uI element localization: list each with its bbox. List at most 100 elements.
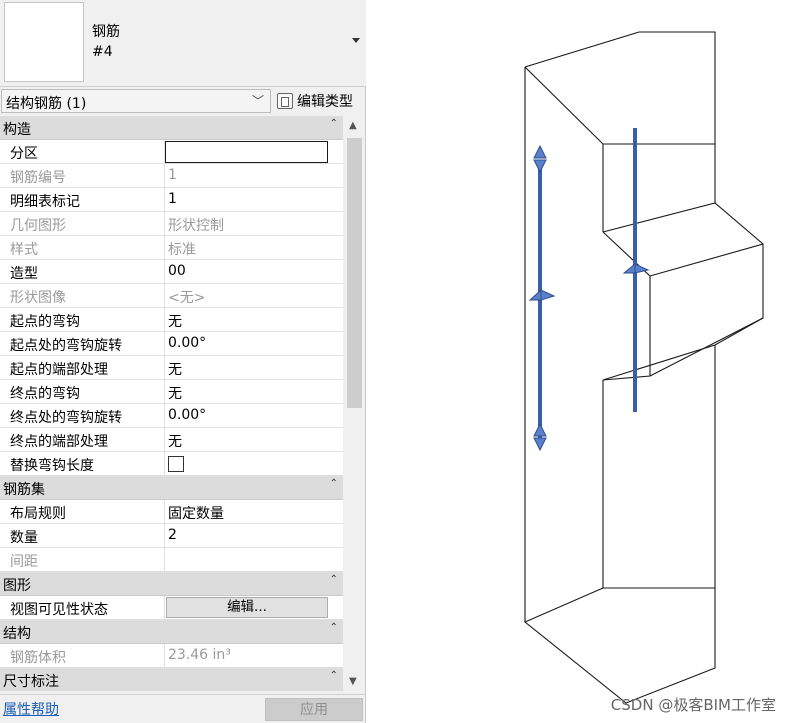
properties-help-link[interactable]: 属性帮助 bbox=[3, 699, 59, 719]
property-row[interactable]: 视图可见性状态 编辑... bbox=[0, 596, 343, 620]
property-row[interactable]: 替换弯钩长度 bbox=[0, 452, 343, 476]
scroll-up-icon[interactable]: ▲ bbox=[349, 120, 357, 131]
rebar-bottom-handle-icon[interactable] bbox=[533, 422, 547, 437]
type-selector[interactable]: 钢筋 #4 bbox=[0, 0, 366, 87]
rebar-top-handle-icon[interactable] bbox=[533, 159, 547, 174]
property-name: 数量 bbox=[10, 530, 38, 546]
property-name: 视图可见性状态 bbox=[10, 602, 108, 618]
property-name: 终点的端部处理 bbox=[10, 434, 108, 450]
chevron-down-icon[interactable]: ﹀ bbox=[252, 92, 264, 109]
section-label: 尺寸标注 bbox=[3, 674, 59, 690]
collapse-icon[interactable]: ⌃ bbox=[330, 478, 338, 489]
property-value[interactable]: 无 bbox=[164, 356, 343, 380]
properties-scrollbar[interactable]: ▲ ▼ bbox=[344, 116, 365, 691]
property-name: 终点处的弯钩旋转 bbox=[10, 410, 122, 426]
section-header[interactable]: 图形 ⌃ bbox=[0, 572, 343, 596]
column-bottom-face bbox=[523, 587, 716, 704]
property-name: 造型 bbox=[10, 266, 38, 282]
property-value[interactable]: 0.00° bbox=[164, 332, 343, 356]
section-header[interactable]: 钢筋集 ⌃ bbox=[0, 476, 343, 500]
edit-type-button[interactable]: 编辑类型 bbox=[274, 89, 364, 113]
property-value: 标准 bbox=[164, 236, 343, 260]
property-value: 23.46 in³ bbox=[164, 644, 343, 668]
property-value-cell bbox=[164, 452, 343, 476]
rebar-set[interactable] bbox=[528, 128, 650, 452]
property-row[interactable]: 布局规则 固定数量 bbox=[0, 500, 343, 524]
property-value[interactable]: 无 bbox=[164, 380, 343, 404]
collapse-icon[interactable]: ⌃ bbox=[330, 670, 338, 681]
rebar-side-arrow-icon[interactable] bbox=[528, 288, 542, 301]
property-row[interactable]: 起点的端部处理 无 bbox=[0, 356, 343, 380]
column-outline bbox=[523, 31, 764, 704]
property-row[interactable]: 造型 00 bbox=[0, 260, 343, 284]
column-step-front bbox=[602, 202, 764, 381]
rebar-side-arrow-icon[interactable] bbox=[540, 289, 556, 301]
instance-filter-row: 结构钢筋 (1) ﹀ 编辑类型 bbox=[0, 88, 366, 115]
property-row: 样式 标准 bbox=[0, 236, 343, 260]
property-checkbox[interactable] bbox=[168, 456, 184, 472]
section-label: 构造 bbox=[3, 122, 31, 138]
property-row[interactable]: 终点的端部处理 无 bbox=[0, 428, 343, 452]
property-value[interactable]: 0.00° bbox=[164, 404, 343, 428]
property-name: 终点的弯钩 bbox=[10, 386, 80, 402]
property-row[interactable]: 数量 2 bbox=[0, 524, 343, 548]
property-name: 几何图形 bbox=[10, 218, 66, 234]
3d-view-canvas[interactable]: CSDN @极客BIM工作室 bbox=[367, 0, 790, 723]
collapse-icon[interactable]: ⌃ bbox=[330, 118, 338, 129]
property-row: 几何图形 形状控制 bbox=[0, 212, 343, 236]
property-row[interactable]: 明细表标记 1 bbox=[0, 188, 343, 212]
property-name: 起点的端部处理 bbox=[10, 362, 108, 378]
property-value[interactable]: 1 bbox=[164, 188, 343, 212]
property-value[interactable]: 无 bbox=[164, 428, 343, 452]
edit-visibility-button[interactable]: 编辑... bbox=[166, 597, 328, 618]
properties-footer: 属性帮助 应用 bbox=[0, 694, 366, 723]
property-value-input[interactable] bbox=[165, 141, 328, 163]
column-top-face bbox=[524, 31, 716, 145]
edit-type-icon bbox=[277, 93, 293, 109]
rebar-bottom-handle-icon[interactable] bbox=[533, 437, 547, 452]
property-value[interactable]: 00 bbox=[164, 260, 343, 284]
property-row[interactable]: 起点的弯钩 无 bbox=[0, 308, 343, 332]
properties-palette: 钢筋 #4 结构钢筋 (1) ﹀ 编辑类型 构造 ⌃ 分区 钢筋编号 1 明细表标记 1 几何… bbox=[0, 0, 366, 723]
type-preview-image bbox=[4, 2, 84, 82]
property-name: 起点的弯钩 bbox=[10, 314, 80, 330]
section-header[interactable]: 构造 ⌃ bbox=[0, 116, 343, 140]
type-dropdown-icon[interactable] bbox=[352, 38, 360, 43]
property-name: 间距 bbox=[10, 554, 38, 570]
property-name: 钢筋体积 bbox=[10, 650, 66, 666]
column-step-inner bbox=[602, 231, 651, 381]
section-header[interactable]: 尺寸标注 ⌃ bbox=[0, 668, 343, 691]
property-row[interactable]: 分区 bbox=[0, 140, 343, 164]
rebar-top-handle-icon[interactable] bbox=[533, 144, 547, 159]
property-value: 形状控制 bbox=[164, 212, 343, 236]
apply-button[interactable]: 应用 bbox=[265, 698, 363, 721]
scrollbar-thumb[interactable] bbox=[347, 138, 362, 408]
section-header[interactable]: 结构 ⌃ bbox=[0, 620, 343, 644]
property-row: 钢筋编号 1 bbox=[0, 164, 343, 188]
rebar-side-arrow-icon[interactable] bbox=[622, 262, 636, 274]
collapse-icon[interactable]: ⌃ bbox=[330, 574, 338, 585]
property-name: 起点处的弯钩旋转 bbox=[10, 338, 122, 354]
property-row[interactable]: 终点处的弯钩旋转 0.00° bbox=[0, 404, 343, 428]
property-value[interactable]: 无 bbox=[164, 308, 343, 332]
collapse-icon[interactable]: ⌃ bbox=[330, 622, 338, 633]
column-step-top-edge bbox=[649, 243, 764, 277]
property-value[interactable]: 2 bbox=[164, 524, 343, 548]
scroll-down-icon[interactable]: ▼ bbox=[349, 676, 357, 687]
property-value: 1 bbox=[164, 164, 343, 188]
property-value: <无> bbox=[164, 284, 343, 308]
property-row[interactable]: 终点的弯钩 无 bbox=[0, 380, 343, 404]
property-name: 形状图像 bbox=[10, 290, 66, 306]
column-step-bottom-edge bbox=[649, 317, 764, 377]
property-name: 替换弯钩长度 bbox=[10, 458, 94, 474]
rebar-3d-view bbox=[523, 31, 764, 704]
property-name: 明细表标记 bbox=[10, 194, 80, 210]
property-name: 分区 bbox=[10, 146, 38, 162]
type-family-label: 钢筋 bbox=[92, 24, 120, 40]
instance-filter-dropdown[interactable]: 结构钢筋 (1) ﹀ bbox=[1, 89, 271, 113]
property-row: 形状图像 <无> bbox=[0, 284, 343, 308]
properties-grid: 构造 ⌃ 分区 钢筋编号 1 明细表标记 1 几何图形 形状控制 样式 标准 造型 00 形状图像 <无> 起… bbox=[0, 116, 343, 691]
property-value[interactable]: 固定数量 bbox=[164, 500, 343, 524]
property-row[interactable]: 起点处的弯钩旋转 0.00° bbox=[0, 332, 343, 356]
property-name: 布局规则 bbox=[10, 506, 66, 522]
